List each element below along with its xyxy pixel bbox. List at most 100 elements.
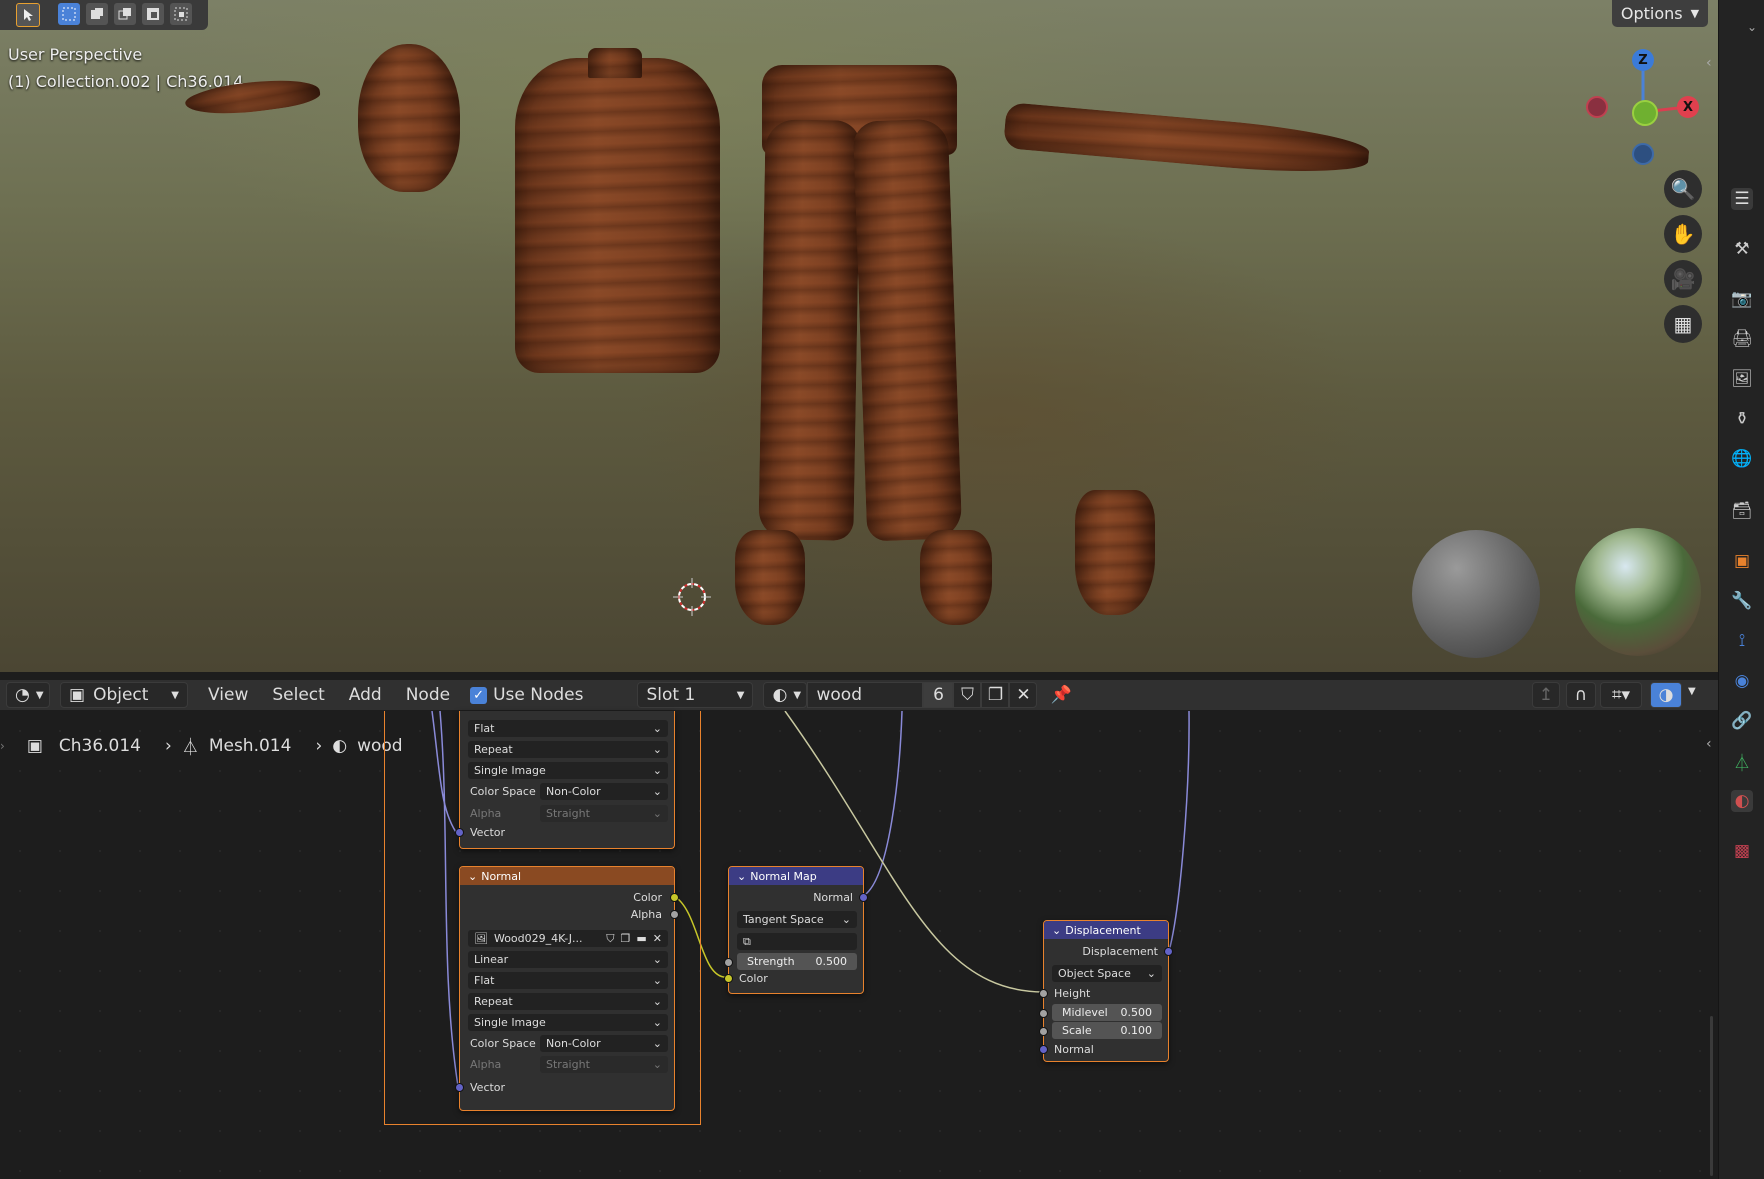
output-icon[interactable]: 🖨 (1731, 328, 1753, 350)
midlevel-slider[interactable]: Midlevel 0.500 (1052, 1004, 1162, 1021)
displacement-node[interactable]: ⌄ Displacement Displacement Object Space ⌄… (1039, 920, 1173, 1062)
image-texture-node-normal[interactable]: ⌄ Normal Color Alpha 🖼 Wood029_4K-J... ⛉ … (455, 866, 679, 1111)
color-space-dropdown[interactable]: Non-Color ⌄ (540, 783, 668, 800)
3d-cursor-icon[interactable] (673, 578, 711, 616)
scale-input-socket[interactable] (1039, 1027, 1048, 1036)
camera-view-icon[interactable]: 🎥 (1664, 260, 1702, 298)
mesh-detached-foot[interactable] (1075, 490, 1155, 615)
source-dropdown[interactable]: Single Image ⌄ (468, 762, 668, 779)
extension-dropdown[interactable]: Repeat ⌄ (468, 993, 668, 1010)
duplicate-material-icon[interactable]: ❐ (981, 682, 1010, 708)
texture-checker-icon[interactable]: ▩ (1731, 840, 1753, 862)
menu-select[interactable]: Select (272, 685, 324, 705)
tool-icon[interactable]: ⚒ (1731, 238, 1753, 260)
projection-dropdown[interactable]: Flat ⌄ (468, 972, 668, 989)
fake-user-shield-icon[interactable]: ⛉ (953, 682, 982, 708)
material-icon[interactable]: ◐ (1731, 790, 1753, 812)
pan-hand-icon[interactable]: ✋ (1664, 215, 1702, 253)
scene-icon[interactable]: ⚱ (1731, 408, 1753, 430)
image-selector[interactable]: 🖼 Wood029_4K-J... ⛉ ❐ ▬ ✕ (468, 930, 668, 947)
strength-input-socket[interactable] (724, 958, 733, 967)
checkbox-checked-icon[interactable]: ✓ (470, 686, 488, 704)
parent-node-tree-icon[interactable]: ↥ (1532, 682, 1560, 708)
perspective-toggle-icon[interactable]: ▦ (1664, 305, 1702, 343)
pin-icon[interactable]: 📌 (1047, 682, 1075, 708)
menu-view[interactable]: View (208, 685, 248, 705)
use-nodes-toggle[interactable]: ✓ Use Nodes (470, 685, 583, 705)
slot-dropdown[interactable]: Slot 1 ▼ (637, 682, 754, 708)
object-data-icon[interactable]: ⏃ (1731, 750, 1753, 774)
fake-user-shield-icon[interactable]: ⛉ (606, 932, 614, 946)
snap-target-icon[interactable]: ⌗▾ (1600, 682, 1642, 708)
collection-icon[interactable]: 🗃 (1731, 500, 1753, 522)
material-browse-button[interactable]: ◐ ▼ (763, 682, 808, 708)
node-header[interactable]: ⌄ Normal Map (729, 867, 863, 885)
uv-map-selector[interactable]: ⧉ (737, 933, 857, 950)
mesh-torso[interactable] (515, 58, 720, 373)
alpha-output-socket[interactable] (670, 910, 679, 919)
gizmo-neg-x-axis[interactable] (1586, 96, 1608, 118)
mesh-right-leg[interactable] (852, 118, 963, 542)
color-output-socket[interactable] (670, 893, 679, 902)
displacement-output-socket[interactable] (1164, 947, 1173, 956)
space-dropdown[interactable]: Tangent Space ⌄ (737, 911, 857, 928)
view-layer-icon[interactable]: 🖼 (1731, 368, 1753, 390)
mesh-head[interactable] (358, 44, 460, 192)
object-properties-icon[interactable]: ▣ (1731, 550, 1753, 572)
node-header[interactable]: ⌄ Displacement (1044, 921, 1168, 939)
color-space-dropdown[interactable]: Non-Color ⌄ (540, 1035, 668, 1052)
gizmo-z-axis[interactable]: Z (1632, 49, 1654, 71)
image-texture-node-upper[interactable]: Flat ⌄ Repeat ⌄ Single Image ⌄ Color Space … (455, 711, 675, 849)
world-icon[interactable]: 🌐 (1731, 448, 1753, 470)
vector-input-socket[interactable] (455, 1083, 464, 1092)
close-icon[interactable]: ✕ (653, 932, 662, 945)
gizmo-y-axis[interactable] (1632, 100, 1658, 126)
normal-output-socket[interactable] (859, 893, 868, 902)
3d-viewport[interactable]: User Perspective (1) Collection.002 | Ch… (0, 0, 1718, 672)
mesh-left-foot[interactable] (735, 530, 805, 625)
sidebar-toggle-icon[interactable]: ‹ (1706, 55, 1712, 71)
folder-icon[interactable]: ▬ (636, 932, 646, 945)
interpolation-dropdown[interactable]: Linear ⌄ (468, 951, 668, 968)
duplicate-image-icon[interactable]: ❐ (621, 932, 631, 945)
node-header[interactable]: ⌄ Normal (460, 867, 674, 885)
extension-dropdown[interactable]: Repeat ⌄ (468, 741, 668, 758)
snap-magnet-icon[interactable]: ∩ (1566, 682, 1596, 708)
gizmo-x-axis[interactable]: X (1677, 96, 1699, 118)
mesh-left-leg[interactable] (758, 119, 861, 541)
projection-dropdown[interactable]: Flat ⌄ (468, 720, 668, 737)
mesh-left-hand[interactable] (183, 72, 322, 122)
scene-mesh-parts[interactable] (0, 0, 1500, 672)
mode-dropdown[interactable]: ▣ Object ▼ (60, 682, 188, 708)
tool-settings-icon[interactable]: ☰ (1731, 188, 1753, 210)
strength-slider[interactable]: Strength 0.500 (737, 953, 857, 970)
vector-input-socket[interactable] (455, 828, 464, 837)
source-dropdown[interactable]: Single Image ⌄ (468, 1014, 668, 1031)
material-name-field[interactable]: wood (807, 682, 924, 708)
particles-icon[interactable]: ⟟ (1731, 630, 1753, 652)
height-input-socket[interactable] (1039, 989, 1048, 998)
options-dropdown[interactable]: Options ▼ (1612, 0, 1708, 27)
zoom-icon[interactable]: 🔍 (1664, 170, 1702, 208)
mesh-right-arm[interactable] (1002, 102, 1371, 180)
menu-add[interactable]: Add (349, 685, 382, 705)
physics-icon[interactable]: ◉ (1731, 670, 1753, 692)
midlevel-input-socket[interactable] (1039, 1009, 1048, 1018)
user-count-badge[interactable]: 6 (923, 682, 954, 708)
unlink-material-close-icon[interactable]: ✕ (1009, 682, 1038, 708)
overlays-icon[interactable]: ◑ (1650, 682, 1682, 708)
mesh-right-foot[interactable] (920, 530, 992, 625)
node-canvas[interactable]: › ▣ Ch36.014 › ⏃ Mesh.014 › ◐ wood ‹ Fla… (0, 711, 1718, 1179)
editor-type-dropdown[interactable]: ◔ ▼ (6, 682, 50, 708)
vertical-scrollbar[interactable] (1710, 1016, 1713, 1176)
color-input-socket[interactable] (724, 974, 733, 983)
space-dropdown[interactable]: Object Space ⌄ (1052, 965, 1162, 982)
normal-map-node[interactable]: ⌄ Normal Map Normal Tangent Space ⌄ ⧉ Stre… (724, 866, 868, 994)
normal-input-socket[interactable] (1039, 1045, 1048, 1054)
modifiers-wrench-icon[interactable]: 🔧 (1731, 590, 1753, 612)
chevron-down-icon[interactable]: ⌄ (1747, 20, 1757, 34)
chevron-down-icon[interactable]: ▼ (1688, 686, 1696, 697)
constraints-icon[interactable]: 🔗 (1731, 710, 1753, 732)
scale-slider[interactable]: Scale 0.100 (1052, 1022, 1162, 1039)
gizmo-neg-z-axis[interactable] (1632, 143, 1654, 165)
